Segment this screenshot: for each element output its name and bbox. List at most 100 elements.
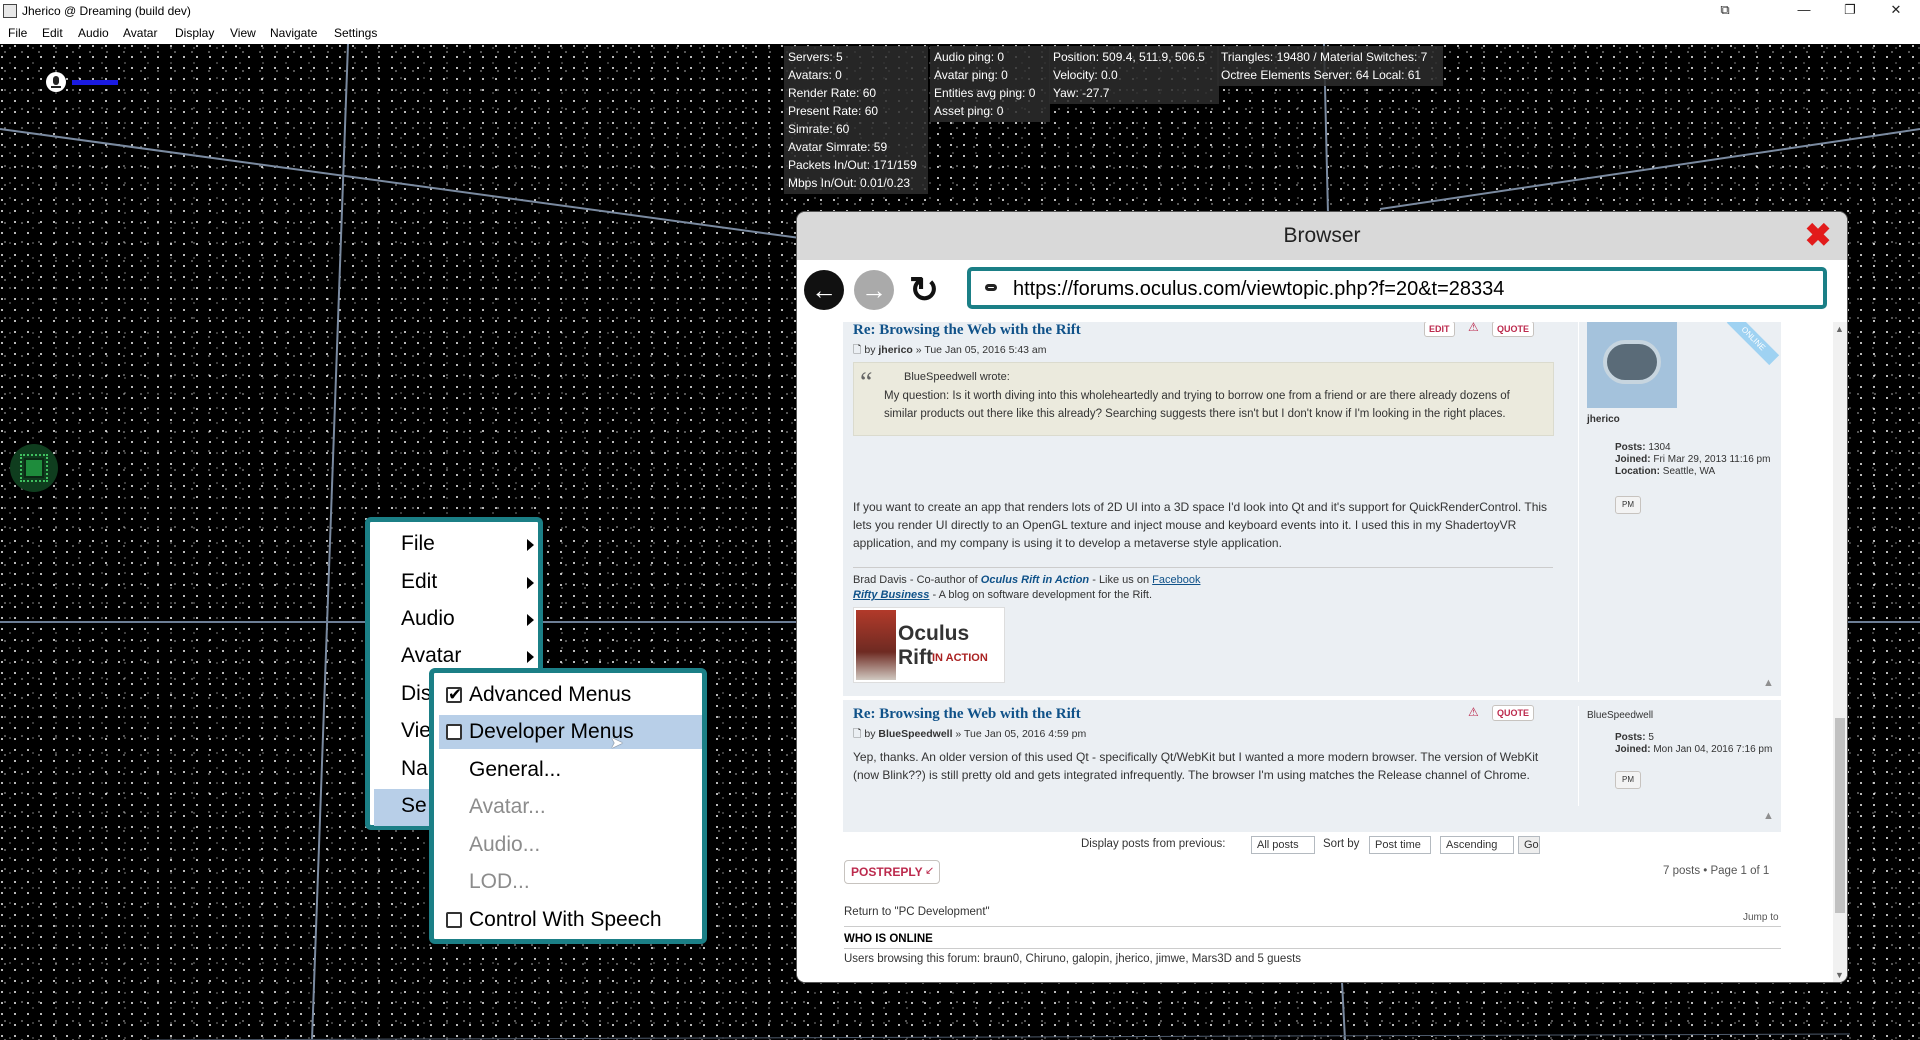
online-badge: ONLINE [1726,322,1780,366]
post-meta: 🗋 by BlueSpeedwell » Tue Jan 05, 2016 4:… [853,726,1086,744]
profile-label: Posts: [1615,732,1646,743]
checkbox-unchecked-icon[interactable] [446,912,462,928]
menu-edit[interactable]: Edit [42,26,63,40]
page-scrollbar[interactable]: ▲ ▼ [1833,322,1847,982]
menu-item-navigate[interactable]: Na [401,757,428,781]
menu-view[interactable]: View [230,26,256,40]
chevron-right-icon [527,651,534,663]
post-reply-label: POSTREPLY [851,865,923,879]
menu-item-audio-settings: Audio... [439,828,702,862]
post-by: by [864,728,876,740]
menu-navigate[interactable]: Navigate [270,26,317,40]
menu-item-label: Avatar... [469,795,546,818]
post-divider [1578,706,1579,806]
stat-line: Servers: 5 [788,50,843,64]
jump-to-link[interactable]: Jump to [1743,912,1779,923]
edit-button[interactable]: EDIT [1424,322,1455,337]
menu-item-general[interactable]: General... [439,753,702,787]
microphone-icon[interactable] [46,72,66,92]
scroll-up-icon[interactable]: ▲ [1835,324,1844,334]
browser-window: Browser ✖ ← → ↻ https://forums.oculus.co… [797,212,1847,982]
book-cover-image[interactable]: Oculus Rift IN ACTION [853,607,1005,683]
settings-submenu: Advanced Menus Developer Menus General..… [429,668,707,944]
back-to-top-icon[interactable]: ▲ [1763,677,1774,689]
stat-line: Avatar Simrate: 59 [788,140,888,154]
url-input[interactable]: https://forums.oculus.com/viewtopic.php?… [967,267,1827,309]
menu-item-file[interactable]: File [401,532,435,556]
post-author-link[interactable]: BlueSpeedwell [878,728,952,740]
scroll-down-icon[interactable]: ▼ [1835,970,1844,980]
menu-file[interactable]: File [8,26,27,40]
menu-item-edit[interactable]: Edit [401,570,437,594]
chip-icon[interactable] [10,444,58,492]
facebook-link[interactable]: Facebook [1152,574,1200,586]
report-icon[interactable]: ⚠ [1468,322,1479,334]
menu-settings[interactable]: Settings [334,26,377,40]
back-arrow-icon[interactable]: ← [804,270,844,310]
web-page-content[interactable]: Re: Browsing the Web with the Rift 🗋 by … [797,322,1847,982]
blog-link[interactable]: Rifty Business [853,589,929,601]
profile-label: Joined: [1615,454,1651,465]
sort-by-select[interactable]: Post time [1369,836,1431,854]
blog-link-text[interactable]: Rifty Business [853,589,929,601]
url-text: https://forums.oculus.com/viewtopic.php?… [1013,278,1505,300]
go-button[interactable]: Go [1518,836,1540,854]
back-to-top-icon[interactable]: ▲ [1763,810,1774,822]
scrollbar-thumb[interactable] [1835,718,1845,913]
profile-label: Posts: [1615,442,1646,453]
menu-audio[interactable]: Audio [78,26,109,40]
menu-item-control-with-speech[interactable]: Control With Speech [439,903,702,937]
menu-item-label: Developer Menus [469,720,634,743]
post-reply-button[interactable]: POSTREPLY ↙ [844,860,940,884]
menu-item-advanced-menus[interactable]: Advanced Menus [439,678,702,712]
stat-line: Velocity: 0.0 [1053,68,1118,82]
maximize-button[interactable]: ❐ [1827,0,1873,22]
profile-username-link[interactable]: jherico [1587,414,1620,426]
close-window-button[interactable]: ✕ [1873,0,1919,22]
post-title-link[interactable]: Re: Browsing the Web with the Rift [853,322,1081,339]
report-icon[interactable]: ⚠ [1468,705,1479,719]
post-title-link[interactable]: Re: Browsing the Web with the Rift [853,706,1081,723]
post-author-link[interactable]: jherico [878,344,912,356]
menu-item-developer-menus[interactable]: Developer Menus [439,715,702,749]
menu-item-audio[interactable]: Audio [401,607,455,631]
forward-arrow-icon[interactable]: → [854,270,894,310]
book-link[interactable]: Oculus Rift in Action [981,574,1089,586]
window-titlebar: Jherico @ Dreaming (build dev) ⧉ — ❐ ✕ [0,0,1920,22]
display-posts-label: Display posts from previous: [1081,838,1226,850]
menu-item-label: Control With Speech [469,908,662,931]
quote-button[interactable]: QUOTE [1492,322,1535,337]
menu-item-view[interactable]: Vie [401,719,431,743]
menu-item-lod: LOD... [439,865,702,899]
menu-item-display[interactable]: Dis [401,682,431,706]
close-icon[interactable]: ✖ [1803,219,1833,251]
menu-item-settings[interactable]: Se [401,794,427,818]
menu-item-avatar[interactable]: Avatar [401,644,461,668]
chevron-right-icon [527,539,534,551]
sig-text: Brad Davis - Co-author of [853,574,978,586]
divider [844,948,1781,949]
book-link-text[interactable]: Oculus Rift in Action [981,574,1089,586]
who-is-online-heading: WHO IS ONLINE [844,933,933,945]
minimize-button[interactable]: — [1781,0,1827,22]
checkbox-unchecked-icon[interactable] [446,724,462,740]
pm-button[interactable]: PM [1615,496,1641,514]
profile-username-link[interactable]: BlueSpeedwell [1587,710,1653,722]
pm-button[interactable]: PM [1615,771,1641,789]
post-date: » Tue Jan 05, 2016 4:59 pm [955,728,1087,740]
reload-icon[interactable]: ↻ [904,270,944,310]
menu-item-avatar-settings: Avatar... [439,790,702,824]
menu-item-label: LOD... [469,870,530,893]
menu-display[interactable]: Display [175,26,214,40]
window-extra-button[interactable]: ⧉ [1702,0,1748,22]
user-avatar[interactable] [1587,322,1677,408]
stat-line: Position: 509.4, 511.9, 506.5 [1053,50,1205,64]
display-posts-select[interactable]: All posts [1251,836,1315,854]
return-link[interactable]: Return to "PC Development" [844,906,990,918]
sort-order-select[interactable]: Ascending [1440,836,1514,854]
checkbox-checked-icon[interactable] [446,685,462,705]
quote-button[interactable]: QUOTE [1492,705,1535,721]
menu-avatar[interactable]: Avatar [123,26,157,40]
post-icon: 🗋 [853,344,862,356]
sort-by-label: Sort by [1323,838,1360,850]
